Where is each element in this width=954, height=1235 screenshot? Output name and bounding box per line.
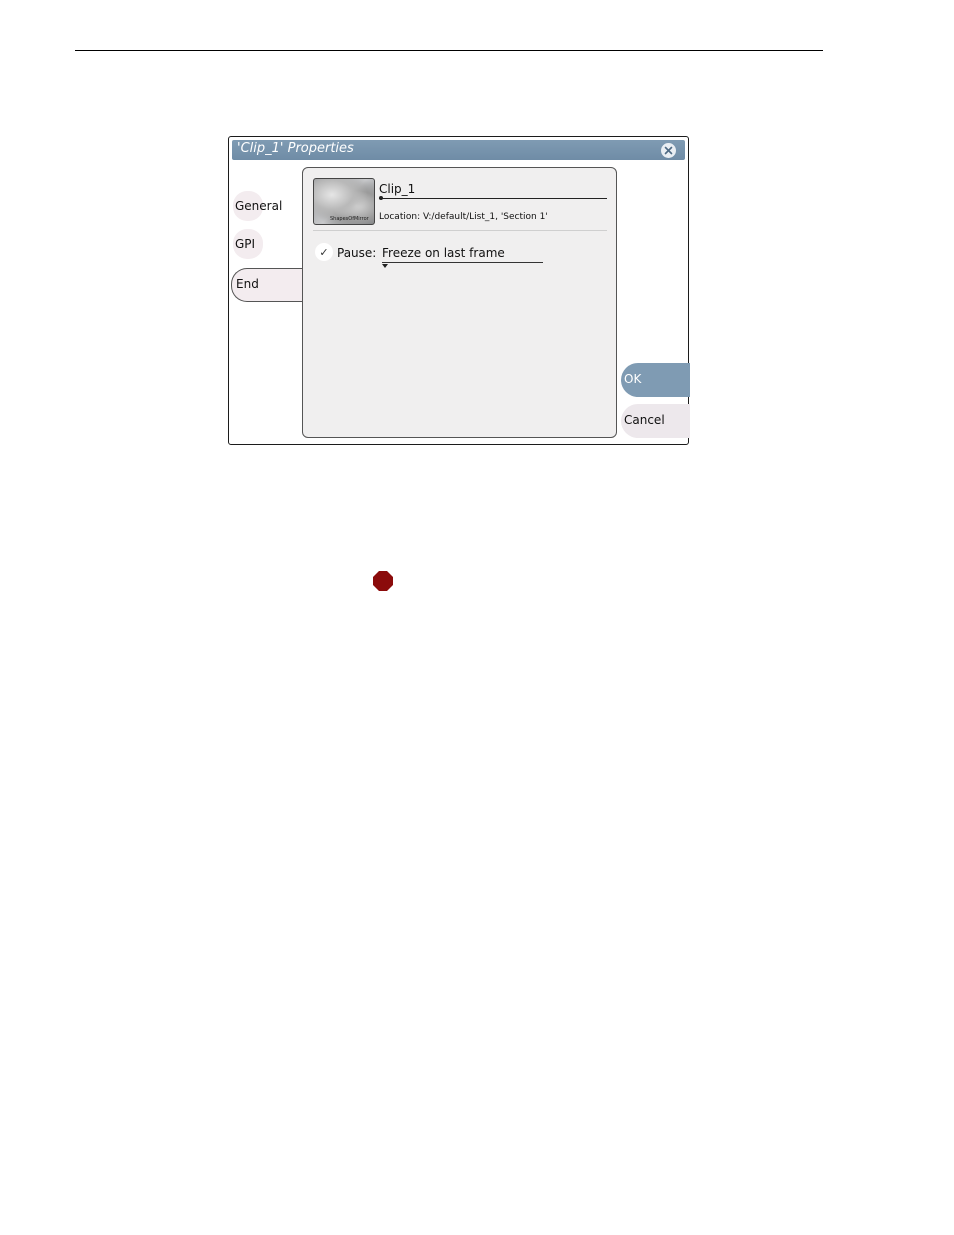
- clip-location: Location: V:/default/List_1, 'Section 1': [379, 212, 548, 222]
- tab-end-label: End: [236, 277, 259, 291]
- close-icon: [664, 146, 673, 155]
- dialog-title: 'Clip_1' Properties: [237, 141, 354, 156]
- name-field-underline: [379, 198, 607, 199]
- pause-label: Pause:: [337, 246, 377, 260]
- page-top-rule: [75, 50, 823, 51]
- tab-gpi[interactable]: GPI: [233, 229, 263, 259]
- cancel-button-label: Cancel: [624, 413, 665, 427]
- thumbnail-caption: ShapesOfMirror: [330, 216, 369, 222]
- close-button[interactable]: [661, 143, 676, 158]
- pause-checkbox[interactable]: ✓: [315, 243, 333, 261]
- clip-thumbnail: ShapesOfMirror: [313, 178, 375, 225]
- clip-name-field[interactable]: Clip_1: [379, 182, 415, 196]
- checkmark-icon: ✓: [319, 245, 329, 259]
- tab-general-label: General: [235, 199, 283, 213]
- tab-end[interactable]: End: [231, 268, 306, 302]
- tab-general[interactable]: General: [233, 191, 283, 221]
- tab-gpi-label: GPI: [235, 237, 256, 251]
- dialog-titlebar[interactable]: 'Clip_1' Properties: [232, 140, 685, 160]
- cancel-button[interactable]: Cancel: [621, 404, 690, 438]
- clip-properties-dialog: 'Clip_1' Properties General GPI End Shap…: [228, 136, 690, 445]
- ok-button[interactable]: OK: [621, 363, 690, 397]
- pause-mode-value: Freeze on last frame: [382, 246, 505, 260]
- end-settings-panel: ShapesOfMirror Clip_1 Location: V:/defau…: [302, 167, 617, 438]
- dropdown-caret-icon: [382, 264, 388, 268]
- pause-mode-dropdown[interactable]: Freeze on last frame: [382, 244, 543, 268]
- stop-octagon-icon: [373, 571, 393, 591]
- panel-divider: [313, 230, 607, 231]
- ok-button-label: OK: [624, 372, 642, 386]
